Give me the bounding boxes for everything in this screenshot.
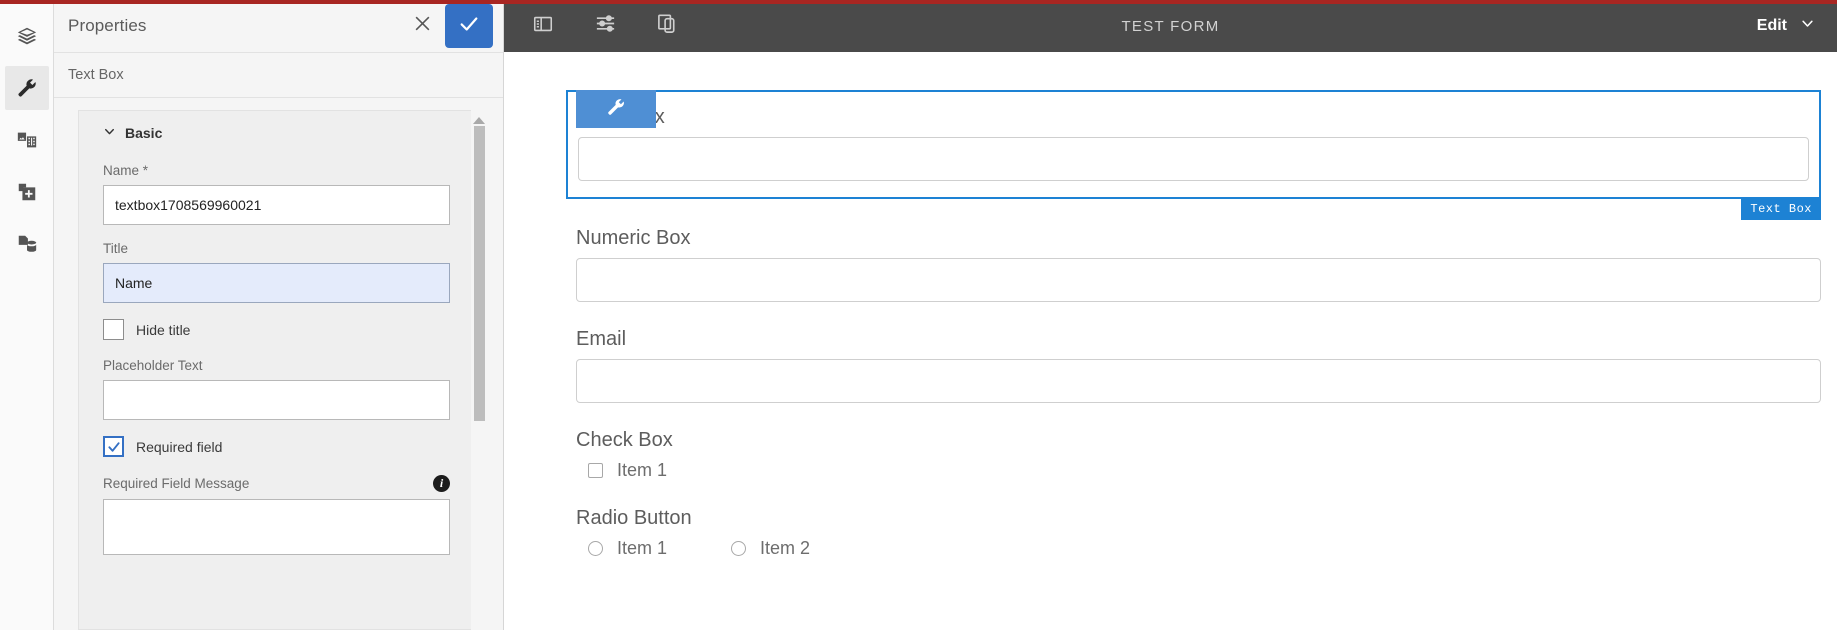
form-preview-canvas: Text Box Text Box Numeric Box Email Chec… — [504, 52, 1837, 630]
numeric-box-input[interactable] — [576, 258, 1821, 302]
selection-type-badge[interactable]: Text Box — [1741, 198, 1821, 220]
apply-properties-button[interactable] — [445, 4, 493, 48]
field-placeholder-block: Placeholder Text — [103, 358, 450, 420]
scrollbar-thumb[interactable] — [473, 126, 485, 421]
numeric-box-field: Numeric Box — [504, 227, 1829, 302]
title-input[interactable] — [103, 263, 450, 303]
panel-toggle-icon — [532, 13, 554, 40]
wrench-icon — [606, 97, 626, 122]
checkbox-icon[interactable] — [588, 463, 603, 478]
form-canvas-area: TEST FORM Edit Text Box Numeric Box Emai… — [504, 0, 1837, 630]
selected-text-box-field[interactable]: Text Box Text Box — [566, 90, 1821, 220]
email-label: Email — [576, 328, 627, 350]
rail-item-layers[interactable] — [5, 14, 49, 58]
form-designer-app: Properties Text Box Basic Name * textbox… — [0, 0, 1837, 630]
add-component-icon — [16, 181, 38, 203]
top-accent-bar — [0, 0, 1837, 4]
numeric-box-label: Numeric Box — [576, 227, 691, 249]
selected-component-type: Text Box — [54, 52, 503, 98]
selected-component-wrapper: Text Box Text Box — [504, 90, 1829, 220]
required-message-label: Required Field Message — [103, 476, 250, 491]
field-title-label: Title — [103, 241, 129, 256]
checkbox-group-label: Check Box — [576, 429, 673, 451]
scroll-up-arrow-icon[interactable] — [473, 117, 485, 124]
email-input[interactable] — [576, 359, 1821, 403]
media-icon — [16, 129, 38, 151]
info-icon[interactable]: i — [433, 475, 450, 492]
hide-title-checkbox[interactable] — [103, 319, 124, 340]
close-icon — [413, 14, 432, 38]
placeholder-text-input[interactable] — [103, 380, 450, 420]
group-basic-label: Basic — [125, 125, 163, 141]
mode-selector[interactable]: Edit — [1757, 16, 1815, 36]
hide-title-checkbox-row[interactable]: Hide title — [103, 319, 450, 340]
properties-scrollbar[interactable] — [471, 110, 487, 630]
component-properties-tab[interactable] — [576, 90, 656, 128]
required-field-checkbox-row[interactable]: Required field — [103, 436, 450, 457]
mode-label: Edit — [1756, 17, 1787, 34]
field-placeholder-label: Placeholder Text — [103, 358, 203, 373]
chevron-down-icon — [103, 125, 116, 141]
radio-option-item-1[interactable]: Item 1 — [588, 538, 667, 559]
radio-icon[interactable] — [588, 541, 603, 556]
name-input[interactable] — [103, 185, 450, 225]
form-toolbar: TEST FORM Edit — [504, 0, 1837, 52]
field-title-block: Title — [103, 241, 450, 303]
radio-group-label: Radio Button — [576, 507, 692, 529]
required-message-input[interactable] — [103, 499, 450, 555]
hide-title-label: Hide title — [136, 321, 191, 338]
text-box-label: Text Box — [588, 106, 1809, 129]
checkbox-option-item-1[interactable]: Item 1 — [588, 460, 667, 481]
form-title: TEST FORM — [1121, 17, 1220, 35]
check-icon — [458, 13, 480, 40]
layers-icon — [16, 25, 38, 47]
radio-icon[interactable] — [731, 541, 747, 556]
rail-item-properties[interactable] — [4, 66, 49, 110]
rail-item-add-component[interactable] — [5, 170, 49, 214]
device-preview-icon — [656, 12, 679, 40]
group-basic-toggle[interactable]: Basic — [103, 125, 450, 141]
left-icon-rail — [0, 0, 54, 630]
checkbox-group-field: Check Box Item 1 — [504, 429, 1829, 481]
close-properties-button[interactable] — [405, 9, 439, 43]
device-preview-button[interactable] — [646, 6, 688, 46]
data-source-icon — [16, 233, 38, 255]
properties-panel-header: Properties — [54, 0, 503, 52]
rail-item-data-source[interactable] — [5, 222, 49, 266]
checkbox-options-row: Item 1 — [576, 460, 1821, 481]
email-field: Email — [504, 328, 1829, 403]
sliders-icon — [594, 12, 617, 40]
properties-panel: Properties Text Box Basic Name * textbox… — [54, 0, 504, 630]
wrench-icon — [16, 77, 38, 99]
required-message-label-row: Required Field Message i — [103, 475, 450, 492]
radio-option-label: Item 2 — [760, 538, 811, 558]
radio-options-row: Item 1 Item 2 — [576, 538, 1821, 559]
required-field-label: Required field — [136, 438, 223, 455]
field-name-block: Name * — [103, 163, 450, 225]
field-required-message-block: Required Field Message i — [103, 475, 450, 560]
page-title: Properties — [68, 16, 147, 35]
radio-group-field: Radio Button Item 1 Item 2 — [504, 507, 1829, 559]
chevron-down-icon — [1800, 16, 1815, 36]
text-box-input[interactable] — [578, 137, 1809, 181]
toggle-panel-button[interactable] — [522, 6, 564, 46]
properties-form-card: Basic Name * Title Hide title Placeholde… — [78, 110, 474, 630]
radio-option-label: Item 1 — [617, 538, 668, 558]
field-name-label: Name * — [103, 163, 149, 178]
required-field-checkbox[interactable] — [103, 436, 124, 457]
properties-form-scroll-area: Basic Name * Title Hide title Placeholde… — [54, 98, 503, 630]
form-settings-button[interactable] — [584, 6, 626, 46]
rail-item-media[interactable] — [5, 118, 49, 162]
checkbox-option-label: Item 1 — [617, 460, 668, 480]
radio-option-item-2[interactable]: Item 2 — [731, 538, 810, 559]
